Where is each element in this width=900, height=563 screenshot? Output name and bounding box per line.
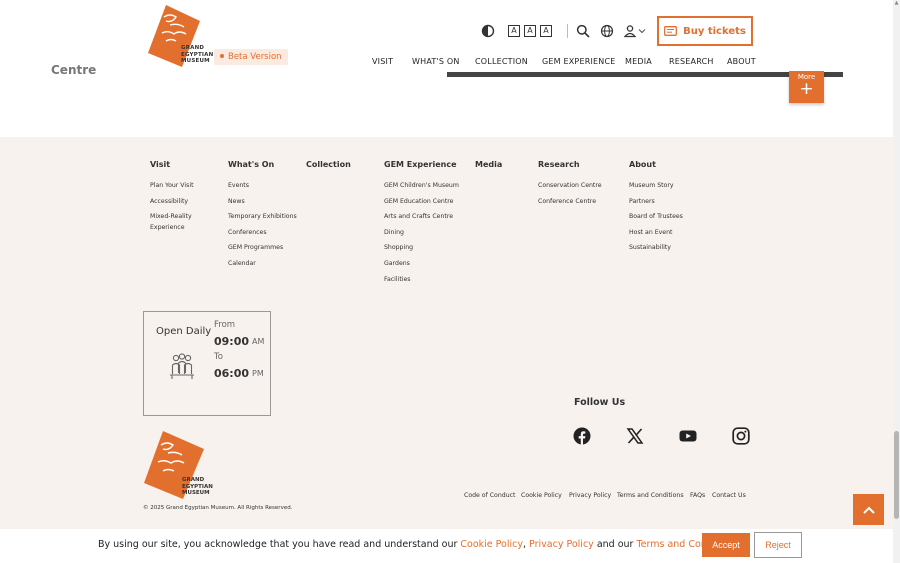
footer-link[interactable]: Conferences xyxy=(228,228,297,244)
cookie-policy-link[interactable]: Cookie Policy xyxy=(521,492,562,499)
nav-gem-experience[interactable]: GEM EXPERIENCE xyxy=(542,57,616,66)
code-of-conduct-link[interactable]: Code of Conduct xyxy=(464,492,515,499)
font-size-small-button[interactable]: A xyxy=(508,25,520,37)
footer-link[interactable]: Gardens xyxy=(384,259,459,275)
footer-link[interactable]: Plan Your Visit xyxy=(150,181,208,197)
x-icon[interactable] xyxy=(626,427,644,445)
follow-us-heading: Follow Us xyxy=(574,397,626,408)
facebook-icon[interactable] xyxy=(573,427,591,445)
instagram-icon[interactable] xyxy=(732,427,750,445)
font-size-medium-button[interactable]: A xyxy=(524,25,536,37)
nav-about[interactable]: ABOUT xyxy=(727,57,756,66)
faqs-link[interactable]: FAQs xyxy=(690,492,705,499)
visitors-icon xyxy=(170,353,194,379)
footer-link[interactable]: GEM Programmes xyxy=(228,243,297,259)
footer-col-research-title[interactable]: Research xyxy=(538,160,580,169)
footer-col-gem-experience-list: GEM Children's Museum GEM Education Cent… xyxy=(384,181,459,290)
dot-icon xyxy=(220,53,224,58)
divider xyxy=(567,24,568,38)
footer-col-whats-on-list: Events News Temporary Exhibitions Confer… xyxy=(228,181,297,275)
chevron-up-icon xyxy=(862,506,875,514)
scrollbar-thumb[interactable] xyxy=(894,431,899,519)
and-our-text: and our xyxy=(593,539,637,550)
footer-col-gem-experience-title[interactable]: GEM Experience xyxy=(384,160,457,169)
plus-icon: + xyxy=(799,79,814,99)
nav-visit[interactable]: VISIT xyxy=(372,57,393,66)
opening-time: 09:00 xyxy=(214,335,250,348)
footer-link[interactable]: Conservation Centre xyxy=(538,181,602,197)
font-size-large-button[interactable]: A xyxy=(540,25,552,37)
nav-whats-on[interactable]: WHAT'S ON xyxy=(412,57,460,66)
contrast-icon[interactable] xyxy=(481,24,495,38)
footer-link[interactable]: GEM Children's Museum xyxy=(384,181,459,197)
footer-link[interactable]: Accessibility xyxy=(150,197,208,213)
nav-research[interactable]: RESEARCH xyxy=(669,57,714,66)
footer-link[interactable]: Mixed-Reality Experience xyxy=(150,212,208,238)
open-daily-title: Open Daily xyxy=(156,326,212,337)
footer-link[interactable]: Partners xyxy=(629,197,683,213)
footer-col-whats-on-title[interactable]: What's On xyxy=(228,160,274,169)
footer-link[interactable]: Museum Story xyxy=(629,181,683,197)
cookie-message-text: By using our site, you acknowledge that … xyxy=(98,539,461,550)
beta-badge: Beta Version xyxy=(214,49,288,65)
footer-col-visit-list: Plan Your Visit Accessibility Mixed-Real… xyxy=(150,181,208,238)
site-header: Centre GRAND EGYPTIAN MUSEUM Beta Versio… xyxy=(0,0,893,137)
user-icon[interactable] xyxy=(623,24,637,38)
footer-col-visit-title[interactable]: Visit xyxy=(150,160,170,169)
terms-link[interactable]: Terms and Conditions xyxy=(617,492,684,499)
footer-link[interactable]: Arts and Crafts Centre xyxy=(384,212,459,228)
footer-link[interactable]: GEM Education Centre xyxy=(384,197,459,213)
footer-link[interactable]: Events xyxy=(228,181,297,197)
copyright-text: © 2025 Grand Egyptian Museum. All Rights… xyxy=(143,505,293,511)
footer-link[interactable]: Temporary Exhibitions xyxy=(228,212,297,228)
chevron-down-icon[interactable] xyxy=(637,24,647,38)
youtube-icon[interactable] xyxy=(679,427,697,445)
footer-link[interactable]: Dining xyxy=(384,228,459,244)
from-label: From xyxy=(214,320,236,330)
footer-col-about-list: Museum Story Partners Board of Trustees … xyxy=(629,181,683,259)
footer-link[interactable]: Shopping xyxy=(384,243,459,259)
closing-time: 06:00 xyxy=(214,367,250,380)
footer-link[interactable]: Sustainability xyxy=(629,243,683,259)
nav-collection[interactable]: COLLECTION xyxy=(475,57,528,66)
more-button[interactable]: More + xyxy=(789,71,824,103)
logo-wordmark: GRAND EGYPTIAN MUSEUM xyxy=(181,45,214,64)
accept-cookies-button[interactable]: Accept xyxy=(702,533,750,557)
contact-us-link[interactable]: Contact Us xyxy=(712,492,746,499)
section-heading-partial: Centre xyxy=(51,65,97,76)
nav-media[interactable]: MEDIA xyxy=(625,57,652,66)
hero-image-edge xyxy=(447,72,843,77)
footer-col-collection-title[interactable]: Collection xyxy=(306,160,351,169)
scroll-up-arrow-icon[interactable]: ▲ xyxy=(894,1,899,6)
footer-col-media-title[interactable]: Media xyxy=(475,160,502,169)
beta-label: Beta Version xyxy=(228,52,282,62)
footer-logo-wordmark: GRAND EGYPTIAN MUSEUM xyxy=(182,477,213,496)
footer-link[interactable]: Board of Trustees xyxy=(629,212,683,228)
buy-tickets-button[interactable]: Buy tickets xyxy=(657,16,753,46)
opening-hours-card: Open Daily From 09:00 AM To 06:00 PM xyxy=(143,311,271,416)
footer-link[interactable]: Host an Event xyxy=(629,228,683,244)
footer-link[interactable]: Calendar xyxy=(228,259,297,275)
globe-icon[interactable] xyxy=(600,24,614,38)
cookie-message: By using our site, you acknowledge that … xyxy=(98,539,742,550)
privacy-policy-inline-link[interactable]: Privacy Policy xyxy=(529,539,594,550)
footer-col-research-list: Conservation Centre Conference Centre xyxy=(538,181,602,212)
cookie-policy-inline-link[interactable]: Cookie Policy xyxy=(460,539,523,550)
ticket-icon xyxy=(664,26,678,36)
buy-tickets-label: Buy tickets xyxy=(683,25,746,37)
privacy-policy-link[interactable]: Privacy Policy xyxy=(569,492,611,499)
scroll-to-top-button[interactable] xyxy=(853,494,884,525)
footer-col-about-title[interactable]: About xyxy=(629,160,656,169)
to-label: To xyxy=(214,352,223,362)
search-icon[interactable] xyxy=(576,24,590,38)
cookie-consent-bar: By using our site, you acknowledge that … xyxy=(0,529,893,563)
reject-cookies-button[interactable]: Reject xyxy=(754,532,802,558)
closing-ampm: PM xyxy=(252,369,264,378)
footer-link[interactable]: News xyxy=(228,197,297,213)
opening-ampm: AM xyxy=(252,337,265,346)
footer-link[interactable]: Conference Centre xyxy=(538,197,602,213)
footer-link[interactable]: Facilities xyxy=(384,275,459,291)
